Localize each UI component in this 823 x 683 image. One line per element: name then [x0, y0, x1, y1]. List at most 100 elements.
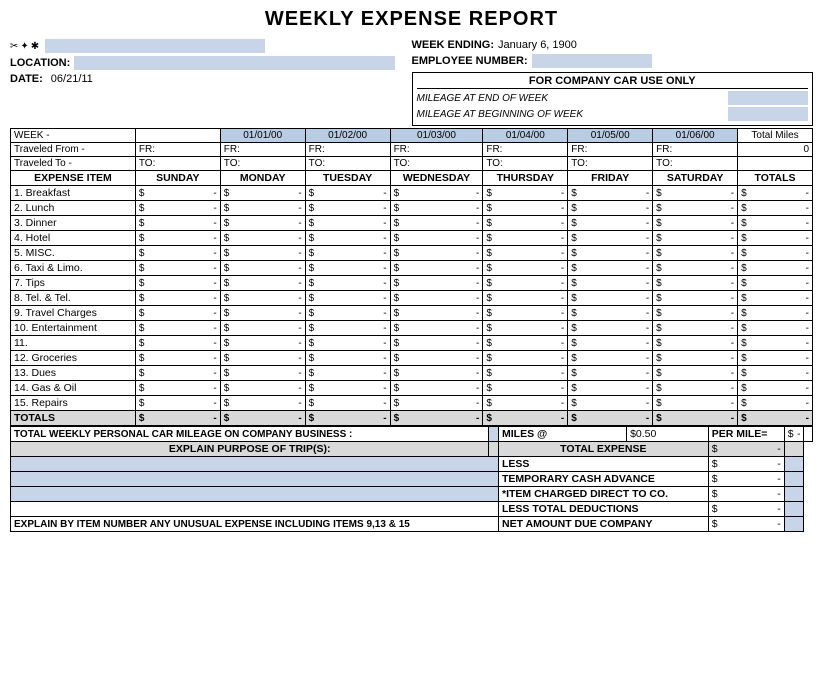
expense-cell-10-4[interactable]: $-: [483, 336, 568, 351]
expense-cell-14-1[interactable]: $-: [220, 396, 305, 411]
expense-cell-4-3[interactable]: $-: [390, 246, 483, 261]
expense-cell-4-6[interactable]: $-: [653, 246, 738, 261]
expense-cell-9-3[interactable]: $-: [390, 321, 483, 336]
expense-cell-0-0[interactable]: $-: [135, 186, 220, 201]
expense-cell-6-4[interactable]: $-: [483, 276, 568, 291]
expense-cell-2-2[interactable]: $-: [305, 216, 390, 231]
expense-cell-7-5[interactable]: $-: [568, 291, 653, 306]
expense-cell-13-1[interactable]: $-: [220, 381, 305, 396]
expense-cell-8-1[interactable]: $-: [220, 306, 305, 321]
expense-cell-15-4[interactable]: $-: [483, 411, 568, 426]
expense-cell-8-2[interactable]: $-: [305, 306, 390, 321]
expense-cell-0-4[interactable]: $-: [483, 186, 568, 201]
expense-cell-7-1[interactable]: $-: [220, 291, 305, 306]
expense-cell-7-7[interactable]: $-: [738, 291, 813, 306]
expense-cell-13-4[interactable]: $-: [483, 381, 568, 396]
expense-cell-8-6[interactable]: $-: [653, 306, 738, 321]
expense-cell-1-0[interactable]: $-: [135, 201, 220, 216]
expense-cell-7-6[interactable]: $-: [653, 291, 738, 306]
expense-cell-13-2[interactable]: $-: [305, 381, 390, 396]
expense-cell-1-5[interactable]: $-: [568, 201, 653, 216]
expense-cell-2-3[interactable]: $-: [390, 216, 483, 231]
expense-cell-9-2[interactable]: $-: [305, 321, 390, 336]
expense-cell-0-1[interactable]: $-: [220, 186, 305, 201]
mileage-end-input[interactable]: [728, 91, 808, 105]
expense-cell-11-1[interactable]: $-: [220, 351, 305, 366]
expense-cell-6-5[interactable]: $-: [568, 276, 653, 291]
expense-cell-14-4[interactable]: $-: [483, 396, 568, 411]
expense-cell-7-2[interactable]: $-: [305, 291, 390, 306]
expense-cell-4-0[interactable]: $-: [135, 246, 220, 261]
expense-cell-14-2[interactable]: $-: [305, 396, 390, 411]
expense-cell-6-7[interactable]: $-: [738, 276, 813, 291]
expense-cell-3-0[interactable]: $-: [135, 231, 220, 246]
expense-cell-14-5[interactable]: $-: [568, 396, 653, 411]
expense-cell-14-6[interactable]: $-: [653, 396, 738, 411]
expense-cell-8-4[interactable]: $-: [483, 306, 568, 321]
expense-cell-6-6[interactable]: $-: [653, 276, 738, 291]
expense-cell-12-1[interactable]: $-: [220, 366, 305, 381]
expense-cell-6-2[interactable]: $-: [305, 276, 390, 291]
expense-cell-6-1[interactable]: $-: [220, 276, 305, 291]
expense-cell-12-4[interactable]: $-: [483, 366, 568, 381]
expense-cell-15-2[interactable]: $-: [305, 411, 390, 426]
expense-cell-14-0[interactable]: $-: [135, 396, 220, 411]
expense-cell-4-7[interactable]: $-: [738, 246, 813, 261]
expense-cell-2-1[interactable]: $-: [220, 216, 305, 231]
expense-cell-5-6[interactable]: $-: [653, 261, 738, 276]
expense-cell-12-7[interactable]: $-: [738, 366, 813, 381]
expense-cell-13-6[interactable]: $-: [653, 381, 738, 396]
expense-cell-11-6[interactable]: $-: [653, 351, 738, 366]
mileage-input-cell[interactable]: [489, 427, 499, 442]
expense-cell-11-7[interactable]: $-: [738, 351, 813, 366]
expense-cell-10-3[interactable]: $-: [390, 336, 483, 351]
expense-cell-3-4[interactable]: $-: [483, 231, 568, 246]
expense-cell-13-7[interactable]: $-: [738, 381, 813, 396]
expense-cell-4-2[interactable]: $-: [305, 246, 390, 261]
expense-cell-12-2[interactable]: $-: [305, 366, 390, 381]
expense-cell-8-0[interactable]: $-: [135, 306, 220, 321]
expense-cell-13-3[interactable]: $-: [390, 381, 483, 396]
expense-cell-1-3[interactable]: $-: [390, 201, 483, 216]
expense-cell-9-0[interactable]: $-: [135, 321, 220, 336]
expense-cell-15-6[interactable]: $-: [653, 411, 738, 426]
expense-cell-5-2[interactable]: $-: [305, 261, 390, 276]
expense-cell-11-0[interactable]: $-: [135, 351, 220, 366]
expense-cell-3-2[interactable]: $-: [305, 231, 390, 246]
expense-cell-11-2[interactable]: $-: [305, 351, 390, 366]
expense-cell-7-4[interactable]: $-: [483, 291, 568, 306]
expense-cell-8-3[interactable]: $-: [390, 306, 483, 321]
expense-cell-12-0[interactable]: $-: [135, 366, 220, 381]
expense-cell-3-3[interactable]: $-: [390, 231, 483, 246]
expense-cell-8-7[interactable]: $-: [738, 306, 813, 321]
expense-cell-3-5[interactable]: $-: [568, 231, 653, 246]
expense-cell-15-3[interactable]: $-: [390, 411, 483, 426]
expense-cell-6-3[interactable]: $-: [390, 276, 483, 291]
expense-cell-10-5[interactable]: $-: [568, 336, 653, 351]
name-input[interactable]: [45, 39, 265, 53]
location-input[interactable]: [74, 56, 395, 70]
expense-cell-9-6[interactable]: $-: [653, 321, 738, 336]
expense-cell-15-1[interactable]: $-: [220, 411, 305, 426]
expense-cell-15-0[interactable]: $-: [135, 411, 220, 426]
expense-cell-8-5[interactable]: $-: [568, 306, 653, 321]
mileage-begin-input[interactable]: [728, 107, 808, 121]
expense-cell-2-4[interactable]: $-: [483, 216, 568, 231]
expense-cell-10-2[interactable]: $-: [305, 336, 390, 351]
expense-cell-11-3[interactable]: $-: [390, 351, 483, 366]
expense-cell-7-3[interactable]: $-: [390, 291, 483, 306]
expense-cell-2-5[interactable]: $-: [568, 216, 653, 231]
expense-cell-1-7[interactable]: $-: [738, 201, 813, 216]
expense-cell-15-5[interactable]: $-: [568, 411, 653, 426]
expense-cell-12-6[interactable]: $-: [653, 366, 738, 381]
expense-cell-2-6[interactable]: $-: [653, 216, 738, 231]
expense-cell-9-4[interactable]: $-: [483, 321, 568, 336]
expense-cell-6-0[interactable]: $-: [135, 276, 220, 291]
expense-cell-10-1[interactable]: $-: [220, 336, 305, 351]
expense-cell-5-3[interactable]: $-: [390, 261, 483, 276]
expense-cell-10-0[interactable]: $-: [135, 336, 220, 351]
expense-cell-4-1[interactable]: $-: [220, 246, 305, 261]
expense-cell-4-4[interactable]: $-: [483, 246, 568, 261]
expense-cell-12-3[interactable]: $-: [390, 366, 483, 381]
expense-cell-14-3[interactable]: $-: [390, 396, 483, 411]
